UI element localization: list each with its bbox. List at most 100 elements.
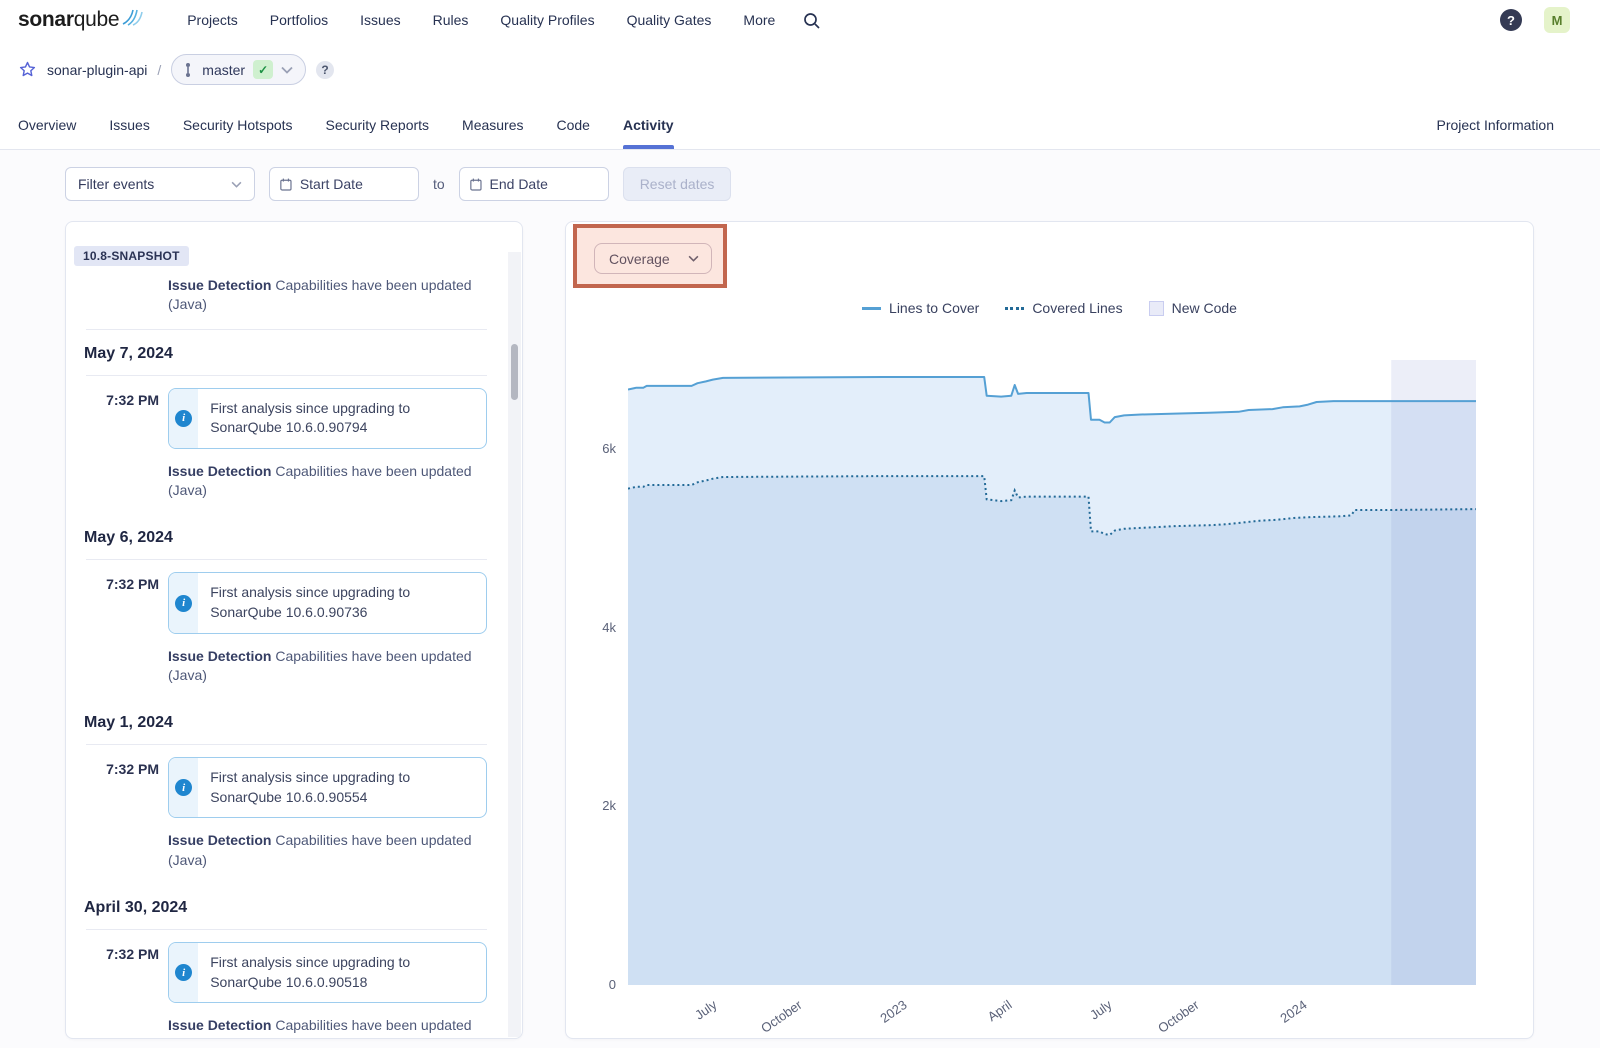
analysis-group: May 1, 2024 7:32 PM i First analysis sin…: [66, 714, 522, 884]
search-icon[interactable]: [803, 12, 820, 29]
branch-name: master: [202, 62, 245, 78]
scrollbar-thumb[interactable]: [511, 344, 518, 400]
y-axis-tick: 4k: [566, 620, 616, 635]
quality-gate-check-icon: ✓: [253, 60, 273, 79]
analysis-date: April 30, 2024: [84, 899, 522, 917]
info-icon: i: [175, 779, 192, 796]
nav-item-projects[interactable]: Projects: [187, 12, 238, 28]
tab-code[interactable]: Code: [557, 107, 590, 149]
tab-issues[interactable]: Issues: [109, 107, 149, 149]
event-description: Issue Detection Capabilities have been u…: [168, 1016, 487, 1039]
breadcrumb: sonar-plugin-api / master ✓ ?: [0, 40, 1600, 97]
activity-content: 10.8-SNAPSHOT Issue Detection Capabiliti…: [0, 201, 1600, 1039]
x-axis-tick: July: [692, 997, 720, 1023]
x-axis-tick: October: [1155, 997, 1201, 1036]
nav-item-quality-gates[interactable]: Quality Gates: [627, 12, 712, 28]
scrollbar-track[interactable]: [508, 252, 521, 1037]
top-nav: sonarqube Projects Portfolios Issues Rul…: [0, 0, 1600, 40]
date-range-to-label: to: [433, 176, 445, 192]
analysis-event-box: i First analysis since upgrading to Sona…: [168, 388, 487, 449]
info-icon: i: [175, 595, 192, 612]
analyses-list-panel: 10.8-SNAPSHOT Issue Detection Capabiliti…: [65, 221, 523, 1039]
event-description: Issue Detection Capabilities have been u…: [168, 647, 487, 686]
info-strip: i: [169, 758, 198, 817]
y-axis-tick: 6k: [566, 441, 616, 456]
analysis-group: May 6, 2024 7:32 PM i First analysis sin…: [66, 529, 522, 699]
filter-events-label: Filter events: [78, 176, 154, 192]
analysis-event-text: First analysis since upgrading to SonarQ…: [198, 943, 486, 1002]
analysis-entry[interactable]: 7:32 PM i First analysis since upgrading…: [66, 930, 522, 1039]
analysis-time: 7:32 PM: [86, 388, 159, 501]
analysis-entry[interactable]: 7:32 PM i First analysis since upgrading…: [66, 376, 522, 515]
version-badge: 10.8-SNAPSHOT: [74, 246, 189, 266]
x-axis: July October 2023 April July October 2024: [628, 991, 1476, 1039]
chevron-down-icon: [281, 66, 293, 74]
chevron-down-icon: [231, 181, 242, 188]
nav-item-quality-profiles[interactable]: Quality Profiles: [500, 12, 594, 28]
project-tabs: Overview Issues Security Hotspots Securi…: [0, 97, 1600, 150]
coverage-highlight-annotation: [573, 224, 727, 288]
analysis-time: 7:32 PM: [86, 942, 159, 1039]
reset-dates-button[interactable]: Reset dates: [623, 167, 732, 201]
tab-overview[interactable]: Overview: [18, 107, 76, 149]
activity-filters: Filter events to Reset dates: [0, 150, 1600, 201]
x-axis-tick: October: [758, 997, 804, 1036]
info-icon: i: [175, 964, 192, 981]
help-icon[interactable]: ?: [1500, 9, 1522, 31]
project-information-link[interactable]: Project Information: [1437, 107, 1583, 149]
analysis-entry[interactable]: 7:32 PM i First analysis since upgrading…: [66, 560, 522, 699]
branch-icon: [182, 62, 194, 78]
nav-item-rules[interactable]: Rules: [433, 12, 469, 28]
logo-text-bold: sonar: [18, 8, 74, 32]
x-axis-tick: 2023: [877, 997, 909, 1026]
analyses-list: 10.8-SNAPSHOT Issue Detection Capabiliti…: [66, 222, 522, 1039]
end-date-input[interactable]: [490, 176, 598, 192]
analysis-entry[interactable]: 7:32 PM i First analysis since upgrading…: [66, 745, 522, 884]
end-date-field[interactable]: [459, 167, 609, 201]
analysis-event-text: First analysis since upgrading to SonarQ…: [198, 573, 486, 632]
coverage-chart-area[interactable]: 6k 4k 2k 0 July October 2023 April July October 2…: [566, 222, 1533, 1038]
analysis-date: May 6, 2024: [84, 529, 522, 547]
nav-item-issues[interactable]: Issues: [360, 12, 400, 28]
analysis-event-box: i First analysis since upgrading to Sona…: [168, 942, 487, 1003]
main-nav: Projects Portfolios Issues Rules Quality…: [187, 12, 775, 28]
analysis-date: May 7, 2024: [84, 345, 522, 363]
analysis-group: May 7, 2024 7:32 PM i First analysis sin…: [66, 345, 522, 515]
branch-help-icon[interactable]: ?: [316, 61, 334, 79]
x-axis-tick: April: [985, 997, 1015, 1024]
analysis-time: 7:32 PM: [86, 757, 159, 870]
logo-waves-icon: [121, 6, 143, 26]
analysis-time: 7:32 PM: [86, 572, 159, 685]
branch-selector[interactable]: master ✓: [171, 54, 306, 85]
x-axis-tick: July: [1087, 997, 1115, 1023]
start-date-input[interactable]: [300, 176, 408, 192]
y-axis: 6k4k2k0: [566, 360, 616, 985]
calendar-icon: [280, 177, 292, 192]
tab-security-hotspots[interactable]: Security Hotspots: [183, 107, 293, 149]
coverage-chart[interactable]: [628, 360, 1476, 985]
tab-security-reports[interactable]: Security Reports: [326, 107, 429, 149]
y-axis-tick: 2k: [566, 798, 616, 813]
event-description: Issue Detection Capabilities have been u…: [168, 831, 487, 870]
project-name[interactable]: sonar-plugin-api: [47, 62, 147, 78]
sonarqube-logo[interactable]: sonarqube: [18, 8, 143, 32]
info-strip: i: [169, 389, 198, 448]
breadcrumb-separator: /: [157, 62, 161, 78]
analysis-group: April 30, 2024 7:32 PM i First analysis …: [66, 899, 522, 1039]
analysis-date: May 1, 2024: [84, 714, 522, 732]
start-date-field[interactable]: [269, 167, 419, 201]
analysis-event-text: First analysis since upgrading to SonarQ…: [198, 758, 486, 817]
event-description: Issue Detection Capabilities have been u…: [168, 462, 487, 501]
analysis-event-text: First analysis since upgrading to SonarQ…: [198, 389, 486, 448]
info-strip: i: [169, 943, 198, 1002]
x-axis-tick: 2024: [1277, 997, 1309, 1026]
y-axis-tick: 0: [566, 977, 616, 992]
nav-item-portfolios[interactable]: Portfolios: [270, 12, 328, 28]
tab-measures[interactable]: Measures: [462, 107, 523, 149]
nav-item-more[interactable]: More: [743, 12, 775, 28]
avatar[interactable]: M: [1544, 7, 1570, 33]
analysis-event-box: i First analysis since upgrading to Sona…: [168, 572, 487, 633]
filter-events-select[interactable]: Filter events: [65, 167, 255, 201]
favorite-star-icon[interactable]: [18, 60, 37, 79]
tab-activity[interactable]: Activity: [623, 107, 674, 149]
